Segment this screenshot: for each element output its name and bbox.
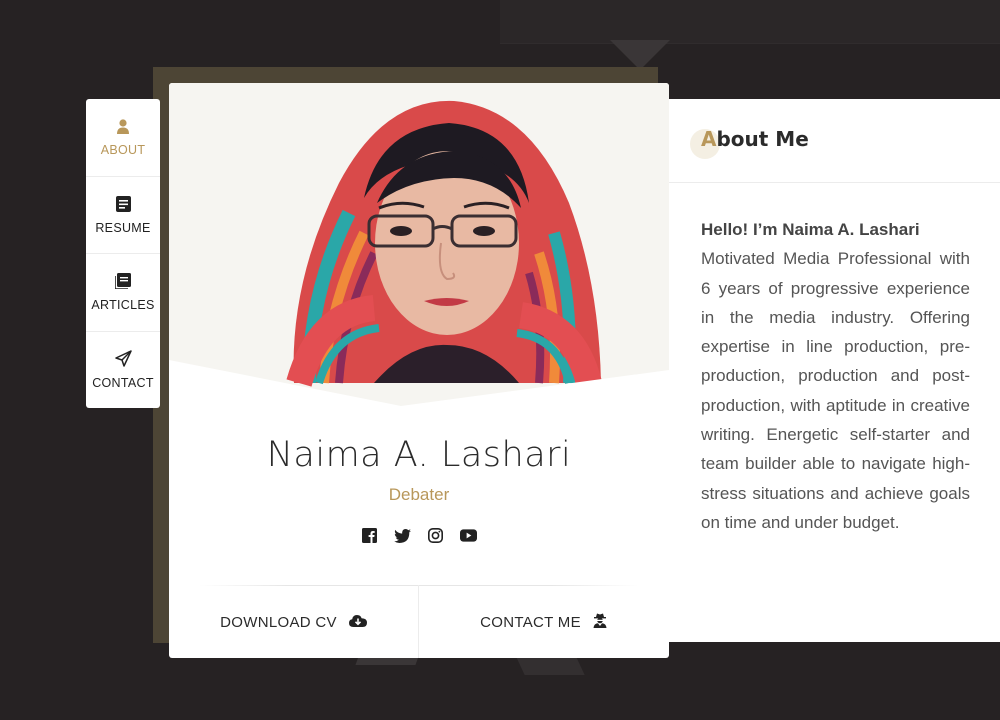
person-icon	[114, 117, 132, 135]
paper-plane-icon	[114, 350, 132, 368]
contact-me-label: CONTACT ME	[480, 613, 581, 631]
nav-label-resume: RESUME	[95, 220, 151, 235]
nav-item-articles[interactable]: ARTICLES	[86, 254, 160, 332]
nav-label-articles: ARTICLES	[91, 298, 155, 313]
side-nav: ABOUT RESUME ARTICLES CONTACT	[86, 99, 160, 408]
social-links	[169, 527, 669, 544]
twitter-icon[interactable]	[394, 527, 411, 544]
nav-label-contact: CONTACT	[92, 375, 154, 390]
cloud-download-icon	[348, 614, 367, 631]
profile-name: Naima A. Lashari	[266, 435, 572, 475]
photo-v-cutout	[169, 360, 669, 413]
download-cv-button[interactable]: DOWNLOAD CV	[169, 586, 418, 658]
book-icon	[114, 272, 132, 290]
about-title: About Me	[701, 127, 809, 151]
profile-role: Debater	[388, 485, 450, 504]
contact-me-button[interactable]: CONTACT ME	[419, 586, 668, 658]
download-cv-label: DOWNLOAD CV	[220, 613, 337, 631]
profile-photo-area	[169, 83, 669, 413]
background-triangle	[610, 40, 670, 70]
background-shape	[515, 655, 585, 675]
about-panel: About Me Hello! I’m Naima A. Lashari Mot…	[669, 99, 1000, 642]
facebook-icon[interactable]	[361, 527, 378, 544]
nav-label-about: ABOUT	[100, 143, 146, 158]
about-greeting: Hello! I’m Naima A. Lashari	[701, 220, 920, 239]
background-band	[500, 0, 1000, 44]
user-secret-icon	[593, 613, 607, 632]
nav-item-about[interactable]: ABOUT	[86, 99, 160, 177]
profile-card: Naima A. Lashari Debater DOWNLOAD CV CON…	[169, 83, 669, 658]
about-title-rest: bout Me	[716, 127, 809, 151]
about-header: About Me	[669, 99, 1000, 183]
about-text: Hello! I’m Naima A. Lashari Motivated Me…	[701, 215, 970, 537]
about-title-initial: A	[701, 127, 717, 151]
instagram-icon[interactable]	[427, 527, 444, 544]
about-description: Motivated Media Professional with 6 year…	[701, 249, 970, 532]
document-icon	[114, 195, 132, 213]
youtube-icon[interactable]	[460, 527, 477, 544]
nav-item-resume[interactable]: RESUME	[86, 177, 160, 254]
nav-item-contact[interactable]: CONTACT	[86, 332, 160, 409]
